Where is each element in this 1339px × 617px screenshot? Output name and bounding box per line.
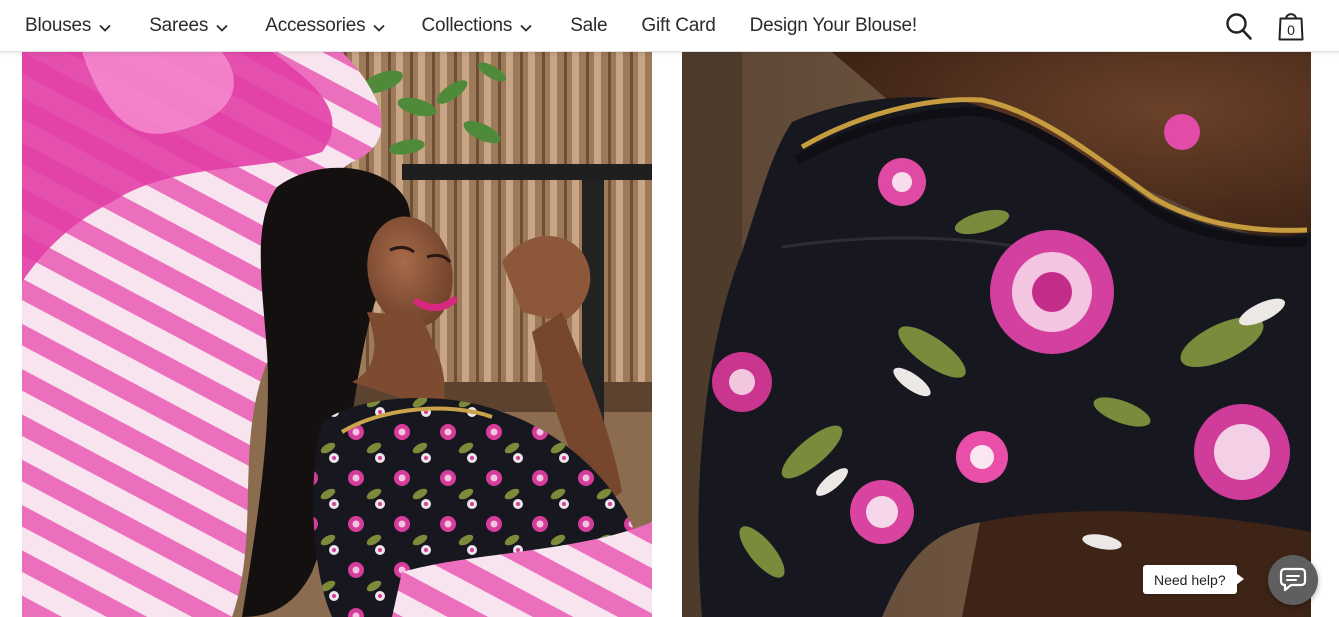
site-header: Blouses Sarees Accessories Collections S…: [0, 0, 1339, 52]
cart-count-badge: 0: [1287, 22, 1295, 38]
search-button[interactable]: [1225, 11, 1253, 41]
search-icon: [1226, 13, 1252, 40]
nav-item-label: Collections: [421, 15, 513, 36]
chat-button[interactable]: [1268, 555, 1318, 605]
nav-item-label: Gift Card: [641, 15, 716, 36]
cart-button[interactable]: 0: [1276, 10, 1306, 42]
chevron-down-icon: [520, 24, 532, 32]
nav-item-label: Sarees: [149, 15, 209, 36]
nav-item-accessories[interactable]: Accessories: [265, 15, 386, 37]
gallery-image-model[interactable]: [22, 52, 652, 617]
chevron-down-icon: [216, 24, 228, 32]
nav-item-blouses[interactable]: Blouses: [25, 15, 112, 37]
need-help-bubble[interactable]: Need help?: [1143, 565, 1244, 594]
nav-item-label: Blouses: [25, 15, 92, 36]
nav-item-sale[interactable]: Sale: [570, 15, 607, 37]
nav-item-label: Design Your Blouse!: [749, 15, 918, 36]
nav-item-label: Accessories: [265, 15, 366, 36]
nav-item-sarees[interactable]: Sarees: [149, 15, 229, 37]
nav-item-design-your-blouse[interactable]: Design Your Blouse!: [749, 15, 918, 37]
chevron-down-icon: [373, 24, 386, 32]
need-help-text: Need help?: [1154, 571, 1226, 588]
main-nav: Blouses Sarees Accessories Collections S…: [25, 0, 917, 52]
nav-item-collections[interactable]: Collections: [421, 15, 533, 37]
chat-icon: [1279, 567, 1307, 592]
nav-item-label: Sale: [570, 15, 608, 36]
nav-item-gift-card[interactable]: Gift Card: [641, 15, 715, 37]
model-photo: [22, 52, 652, 617]
gallery-image-sleeve-closeup[interactable]: [682, 52, 1311, 617]
sleeve-closeup-photo: [682, 52, 1311, 617]
chevron-down-icon: [99, 24, 111, 32]
